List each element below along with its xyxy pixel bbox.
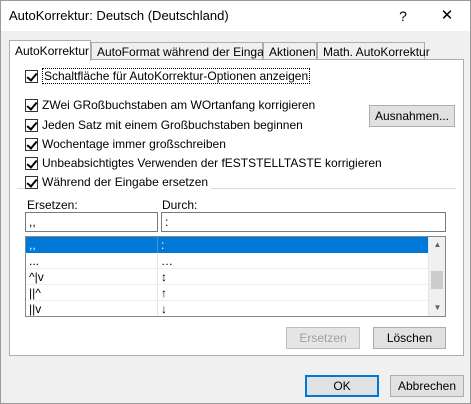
replacement-list[interactable]: ,, : ... … ^|v ↕ ||^ ↑ ||v ↓ ▲ ▼ — [25, 236, 446, 317]
column-separator — [157, 253, 158, 269]
column-separator — [157, 237, 158, 253]
replace-input[interactable]: ,, — [25, 212, 158, 232]
close-icon[interactable]: ✕ — [425, 1, 469, 31]
autocorrect-dialog: AutoKorrektur: Deutsch (Deutschland) ? ✕… — [0, 0, 471, 404]
checkbox-checked[interactable] — [25, 137, 38, 151]
checkbox-label: Jeden Satz mit einem Großbuchstaben begi… — [42, 118, 303, 132]
two-caps-checkbox[interactable]: ZWei GRoßbuchstaben am WOrtanfang korrig… — [25, 97, 315, 113]
scroll-down-icon[interactable]: ▼ — [429, 300, 445, 316]
checkbox-label: Wochentage immer großschreiben — [42, 137, 226, 151]
list-item-to: ↑ — [161, 286, 167, 300]
tab-math-autokorrektur[interactable]: Math. AutoKorrektur — [317, 42, 430, 60]
checkbox-checked[interactable] — [25, 69, 38, 83]
checkbox-label: Während der Eingabe ersetzen — [42, 175, 209, 189]
checkbox-label: ZWei GRoßbuchstaben am WOrtanfang korrig… — [42, 98, 316, 112]
list-item-to: ↓ — [161, 302, 167, 316]
vertical-scrollbar[interactable]: ▲ ▼ — [428, 237, 445, 316]
list-item-to: … — [161, 254, 173, 268]
checkbox-label: Unbeabsichtigtes Verwenden der fESTSTELL… — [42, 156, 382, 170]
checkbox-checked[interactable] — [25, 118, 38, 132]
tab-autokorrektur[interactable]: AutoKorrektur — [9, 40, 91, 61]
checkbox-checked[interactable] — [25, 156, 38, 170]
list-item-from: ||^ — [29, 286, 41, 300]
list-item[interactable]: ^|v ↕ — [26, 269, 428, 285]
replace-while-typing-checkbox[interactable]: Während der Eingabe ersetzen — [25, 174, 212, 190]
tab-aktionen[interactable]: Aktionen — [263, 42, 317, 60]
list-item[interactable]: ... … — [26, 253, 428, 269]
column-separator — [157, 285, 158, 301]
replace-label: Ersetzen: — [27, 198, 78, 212]
checkbox-label: Schaltfläche für AutoKorrektur-Optionen … — [42, 68, 311, 84]
list-item-from: ,, — [29, 238, 36, 252]
list-item-from: ||v — [29, 302, 42, 316]
checkbox-checked[interactable] — [25, 175, 38, 189]
column-separator — [157, 301, 158, 316]
help-icon[interactable]: ? — [381, 1, 425, 31]
title-bar: AutoKorrektur: Deutsch (Deutschland) ? ✕ — [1, 1, 470, 31]
list-item[interactable]: ||^ ↑ — [26, 285, 428, 301]
caps-lock-checkbox[interactable]: Unbeabsichtigtes Verwenden der fESTSTELL… — [25, 155, 382, 171]
window-title: AutoKorrektur: Deutsch (Deutschland) — [9, 8, 229, 23]
with-input[interactable]: : — [161, 212, 446, 232]
show-options-buttons-checkbox[interactable]: Schaltfläche für AutoKorrektur-Optionen … — [25, 68, 311, 84]
list-item-to: ↕ — [161, 270, 167, 284]
scroll-up-icon[interactable]: ▲ — [429, 237, 445, 253]
cancel-button[interactable]: Abbrechen — [390, 375, 464, 397]
ok-button[interactable]: OK — [305, 375, 379, 397]
sentence-caps-checkbox[interactable]: Jeden Satz mit einem Großbuchstaben begi… — [25, 117, 303, 133]
weekdays-checkbox[interactable]: Wochentage immer großschreiben — [25, 136, 226, 152]
list-item[interactable]: ||v ↓ — [26, 301, 428, 316]
scroll-thumb[interactable] — [431, 271, 443, 289]
checkbox-checked[interactable] — [25, 98, 38, 112]
list-item-from: ... — [29, 254, 40, 268]
tab-autoformat[interactable]: AutoFormat während der Eingabe — [91, 42, 277, 60]
list-item-to: : — [161, 238, 165, 252]
replace-button[interactable]: Ersetzen — [286, 327, 360, 349]
delete-button[interactable]: Löschen — [373, 327, 446, 349]
list-item[interactable]: ,, : — [26, 237, 428, 253]
exceptions-button[interactable]: Ausnahmen... — [369, 105, 455, 127]
list-item-from: ^|v — [29, 270, 44, 284]
with-label: Durch: — [162, 198, 198, 212]
column-separator — [157, 269, 158, 285]
